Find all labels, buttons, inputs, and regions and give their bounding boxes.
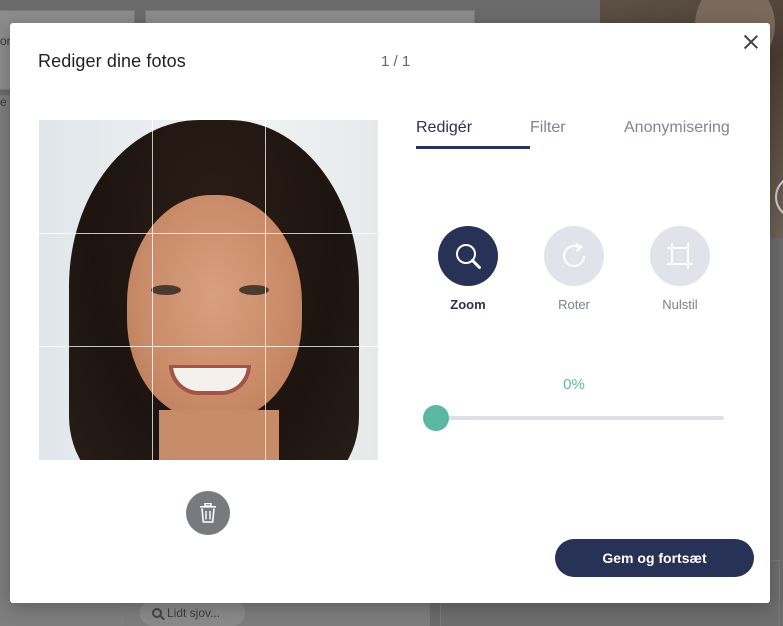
crop-grid-line <box>265 120 266 460</box>
crop-grid-line <box>39 233 378 234</box>
edit-tabs: Redigér Filter Anonymisering <box>416 119 730 149</box>
zoom-slider-thumb[interactable] <box>423 405 449 431</box>
reset-tool-label: Nulstil <box>662 297 698 312</box>
crop-grid-line <box>152 120 153 460</box>
tab-label: Anonymisering <box>624 119 730 136</box>
tab-label: Filter <box>530 119 566 136</box>
tab-anonymisering[interactable]: Anonymisering <box>624 119 730 149</box>
tab-rediger[interactable]: Redigér <box>416 119 530 149</box>
rotate-tool-button[interactable]: Roter <box>534 226 614 312</box>
save-and-continue-button[interactable]: Gem og fortsæt <box>555 539 754 577</box>
zoom-tool-label: Zoom <box>450 297 486 312</box>
background-search: Lidt sjov... <box>140 600 245 626</box>
edit-photos-dialog: Rediger dine fotos 1 / 1 Redigér Filter … <box>10 23 770 603</box>
photo-preview[interactable] <box>39 120 378 460</box>
zoom-slider-track[interactable] <box>425 416 724 420</box>
dialog-title: Rediger dine fotos <box>38 51 186 71</box>
rotate-icon <box>563 242 585 267</box>
tab-label: Redigér <box>416 119 473 136</box>
close-icon[interactable] <box>742 33 760 51</box>
reset-tool-button[interactable]: Nulstil <box>640 226 720 312</box>
background-text: e <box>0 95 7 109</box>
trash-icon <box>200 503 216 523</box>
zoom-tool-button[interactable]: Zoom <box>428 226 508 312</box>
search-icon <box>456 244 481 269</box>
background-search-label: Lidt sjov... <box>167 606 221 620</box>
crop-reset-icon <box>667 243 693 269</box>
delete-photo-button[interactable] <box>186 491 230 535</box>
crop-grid-line <box>39 346 378 347</box>
zoom-value: 0% <box>563 376 585 393</box>
rotate-tool-label: Roter <box>558 297 590 312</box>
tab-filter[interactable]: Filter <box>530 119 624 149</box>
search-icon <box>152 608 162 618</box>
photo-counter: 1 / 1 <box>381 53 411 70</box>
